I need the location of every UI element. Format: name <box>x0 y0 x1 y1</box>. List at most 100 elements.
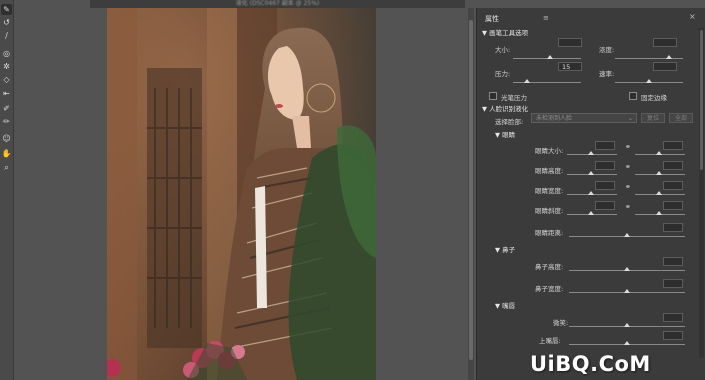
density-slider[interactable] <box>615 55 683 59</box>
size-label: 大小: <box>495 46 511 54</box>
eyes-group-header[interactable]: ▼ 眼睛 <box>495 129 515 139</box>
nose-group-header[interactable]: ▼ 鼻子 <box>495 244 515 254</box>
panel-scrollbar-thumb[interactable] <box>700 30 703 170</box>
eye-height-right-slider[interactable] <box>635 171 685 175</box>
eye-width-right-slider[interactable] <box>635 191 685 195</box>
nose-width-slider[interactable] <box>569 289 685 293</box>
nose-height-label: 鼻子高度: <box>535 263 564 271</box>
eye-tilt-label: 眼睛斜度: <box>535 207 564 215</box>
link-icon[interactable]: ⚭ <box>625 203 631 211</box>
eye-height-left-slider-thumb[interactable] <box>588 171 594 175</box>
eye-height-right-slider-thumb[interactable] <box>656 171 662 175</box>
watermark-logo: UiBQ.CoM <box>530 352 651 376</box>
rate-slider-thumb[interactable] <box>646 79 652 83</box>
link-icon[interactable]: ⚭ <box>625 163 631 171</box>
pressure-field[interactable]: 15 <box>558 62 582 71</box>
canvas-scrollbar[interactable] <box>468 8 474 380</box>
eye-tilt-right-slider[interactable] <box>635 211 685 215</box>
rate-slider[interactable] <box>615 79 683 83</box>
pressure-label: 压力: <box>495 70 511 78</box>
select-face-value: 未检测到人脸 <box>536 115 573 122</box>
density-slider-thumb[interactable] <box>666 55 673 59</box>
eye-size-right-slider-thumb[interactable] <box>656 151 662 155</box>
eye-size-left-field[interactable] <box>595 141 615 150</box>
eye-width-right-field[interactable] <box>663 181 683 190</box>
pucker-tool-icon[interactable]: ✲ <box>1 61 12 72</box>
upper-lip-label: 上嘴唇: <box>539 337 561 345</box>
brush-section-header[interactable]: ▼ 画笔工具选项 <box>482 27 528 37</box>
eye-height-label: 眼睛高度: <box>535 167 564 175</box>
smile-slider-thumb[interactable] <box>624 323 630 327</box>
pin-edges-checkbox[interactable] <box>629 92 637 100</box>
nose-height-field[interactable] <box>663 257 683 266</box>
reset-button[interactable]: 复位 <box>641 113 665 123</box>
panel-menu-icon[interactable]: ≡ <box>543 14 549 22</box>
nose-height-slider[interactable] <box>569 267 685 271</box>
smile-slider[interactable] <box>569 323 685 327</box>
select-face-dropdown[interactable]: 未检测到人脸 ⌄ <box>531 113 637 123</box>
eye-height-left-field[interactable] <box>595 161 615 170</box>
rate-field[interactable] <box>653 62 677 71</box>
mouth-group-header[interactable]: ▼ 嘴唇 <box>495 300 515 310</box>
eye-tilt-left-field[interactable] <box>595 201 615 210</box>
hand-tool-icon[interactable]: ✋ <box>1 148 12 159</box>
all-button[interactable]: 全部 <box>669 113 693 123</box>
zoom-tool-icon[interactable]: ⌕ <box>1 162 12 173</box>
size-slider-thumb[interactable] <box>547 55 554 59</box>
panel-scrollbar[interactable] <box>699 28 704 358</box>
smile-field[interactable] <box>663 313 683 322</box>
nose-height-slider-thumb[interactable] <box>624 267 630 271</box>
eye-size-right-field[interactable] <box>663 141 683 150</box>
eye-height-left-slider[interactable] <box>567 171 617 175</box>
eye-size-left-slider[interactable] <box>567 151 617 155</box>
eye-width-left-field[interactable] <box>595 181 615 190</box>
link-icon[interactable]: ⚭ <box>625 143 631 151</box>
eye-width-left-slider-thumb[interactable] <box>588 191 594 195</box>
photo-preview[interactable] <box>107 8 376 380</box>
nose-width-label: 鼻子宽度: <box>535 285 564 293</box>
portrait-photo <box>107 8 376 380</box>
eye-tilt-left-slider-thumb[interactable] <box>588 211 594 215</box>
upper-lip-slider[interactable] <box>569 341 685 345</box>
face-tool-icon[interactable]: ☺ <box>1 133 12 144</box>
eye-width-right-slider-thumb[interactable] <box>656 191 662 195</box>
rate-label: 速率: <box>599 70 615 78</box>
density-field[interactable] <box>653 38 677 47</box>
mouth-group-title: 嘴唇 <box>502 302 516 310</box>
upper-lip-slider-thumb[interactable] <box>624 341 630 345</box>
nose-width-slider-thumb[interactable] <box>624 289 630 293</box>
link-icon[interactable]: ⚭ <box>625 183 631 191</box>
properties-panel: 属性 ≡ × ▼ 画笔工具选项 大小: 浓度: 压力: 15 速率: 光笔压力 … <box>476 8 705 380</box>
eye-distance-field[interactable] <box>663 223 683 232</box>
freeze-mask-tool-icon[interactable]: ✐ <box>1 103 12 114</box>
pressure-slider[interactable] <box>513 79 581 83</box>
reconstruct-tool-icon[interactable]: ↺ <box>1 17 12 28</box>
size-slider[interactable] <box>513 55 581 59</box>
eyes-group-title: 眼睛 <box>502 131 516 139</box>
nose-width-field[interactable] <box>663 279 683 288</box>
eye-distance-slider[interactable] <box>569 233 685 237</box>
tools-panel: ✎ ↺ ∕ ◎ ✲ ◇ ⇤ ✐ ✏ ☺ ✋ ⌕ <box>0 0 14 380</box>
forward-warp-tool-icon[interactable]: ✎ <box>1 4 12 15</box>
eye-tilt-right-field[interactable] <box>663 201 683 210</box>
push-left-tool-icon[interactable]: ⇤ <box>1 88 12 99</box>
eye-size-right-slider[interactable] <box>635 151 685 155</box>
chevron-down-icon: ⌄ <box>627 115 633 122</box>
size-field[interactable] <box>558 38 582 47</box>
eye-tilt-right-slider-thumb[interactable] <box>656 211 662 215</box>
twirl-tool-icon[interactable]: ◎ <box>1 48 12 59</box>
pressure-slider-thumb[interactable] <box>523 79 530 83</box>
face-section-header[interactable]: ▼ 人脸识别液化 <box>482 103 528 113</box>
eye-height-right-field[interactable] <box>663 161 683 170</box>
close-icon[interactable]: × <box>689 12 696 21</box>
smooth-tool-icon[interactable]: ∕ <box>1 30 12 41</box>
stylus-pressure-checkbox[interactable] <box>489 92 497 100</box>
canvas-scrollbar-thumb[interactable] <box>469 20 473 360</box>
eye-width-left-slider[interactable] <box>567 191 617 195</box>
bloat-tool-icon[interactable]: ◇ <box>1 74 12 85</box>
eye-distance-slider-thumb[interactable] <box>624 233 630 237</box>
eye-tilt-left-slider[interactable] <box>567 211 617 215</box>
eye-size-left-slider-thumb[interactable] <box>588 151 594 155</box>
thaw-mask-tool-icon[interactable]: ✏ <box>1 116 12 127</box>
upper-lip-field[interactable] <box>663 331 683 340</box>
